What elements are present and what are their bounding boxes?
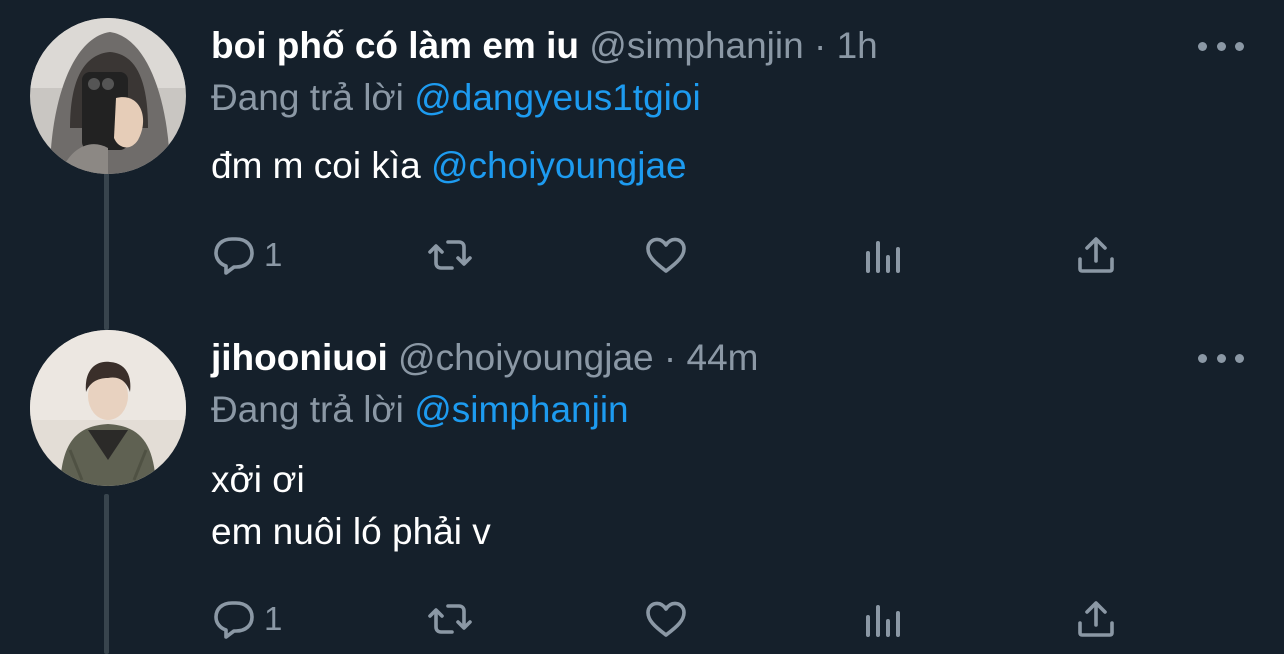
- tweet-text: xởi ơi em nuôi ló phải v: [211, 454, 491, 558]
- handle[interactable]: @choiyoungjae: [398, 337, 654, 378]
- views-icon: [866, 241, 900, 273]
- reply-to-mention[interactable]: @simphanjin: [414, 389, 628, 430]
- tweet-text-line: em nuôi ló phải v: [211, 511, 491, 552]
- action-bar: 1: [210, 594, 1130, 644]
- views-button[interactable]: [858, 230, 906, 280]
- tweet[interactable]: boi phố có làm em iu @simphanjin · 1h Đa…: [0, 0, 1284, 330]
- display-name[interactable]: boi phố có làm em iu: [211, 25, 579, 66]
- timestamp[interactable]: 44m: [687, 337, 759, 378]
- tweet-text-line: xởi ơi: [211, 459, 305, 500]
- separator: ·: [813, 25, 827, 66]
- tweet-text-line: đm m coi kìa: [211, 145, 421, 186]
- tweet-header: boi phố có làm em iu @simphanjin · 1h: [211, 24, 878, 68]
- like-button[interactable]: [642, 594, 690, 644]
- share-icon: [1078, 601, 1114, 637]
- tweet[interactable]: jihooniuoi @choiyoungjae · 44m Đang trả …: [0, 330, 1284, 654]
- timestamp[interactable]: 1h: [837, 25, 878, 66]
- share-button[interactable]: [1072, 230, 1120, 280]
- reply-to-mention[interactable]: @dangyeus1tgioi: [414, 77, 700, 118]
- tweet-header: jihooniuoi @choiyoungjae · 44m: [211, 336, 759, 380]
- reply-button[interactable]: 1: [210, 230, 282, 280]
- reply-context: Đang trả lời @dangyeus1tgioi: [211, 76, 701, 120]
- retweet-button[interactable]: [426, 230, 474, 280]
- reply-count: 1: [264, 236, 283, 273]
- separator: ·: [663, 337, 677, 378]
- reply-context: Đang trả lời @simphanjin: [211, 388, 629, 432]
- display-name[interactable]: jihooniuoi: [211, 337, 388, 378]
- more-icon[interactable]: [1198, 36, 1244, 56]
- reply-prefix: Đang trả lời: [211, 389, 404, 430]
- avatar[interactable]: [30, 330, 186, 486]
- more-icon[interactable]: [1198, 348, 1244, 368]
- reply-icon: [214, 237, 254, 275]
- tweet-text: đm m coi kìa @choiyoungjae: [211, 140, 687, 192]
- reply-icon: [214, 601, 254, 639]
- avatar[interactable]: [30, 18, 186, 174]
- views-button[interactable]: [858, 594, 906, 644]
- body-mention[interactable]: @choiyoungjae: [431, 145, 687, 186]
- retweet-icon: [428, 604, 472, 634]
- share-icon: [1078, 237, 1114, 273]
- like-button[interactable]: [642, 230, 690, 280]
- like-icon: [646, 601, 686, 637]
- retweet-button[interactable]: [426, 594, 474, 644]
- share-button[interactable]: [1072, 594, 1120, 644]
- thread-line: [104, 170, 109, 330]
- reply-count: 1: [264, 600, 283, 637]
- reply-button[interactable]: 1: [210, 594, 282, 644]
- thread-line: [104, 494, 109, 654]
- like-icon: [646, 237, 686, 273]
- views-icon: [866, 605, 900, 637]
- action-bar: 1: [210, 230, 1130, 280]
- retweet-icon: [428, 240, 472, 270]
- handle[interactable]: @simphanjin: [589, 25, 803, 66]
- reply-prefix: Đang trả lời: [211, 77, 404, 118]
